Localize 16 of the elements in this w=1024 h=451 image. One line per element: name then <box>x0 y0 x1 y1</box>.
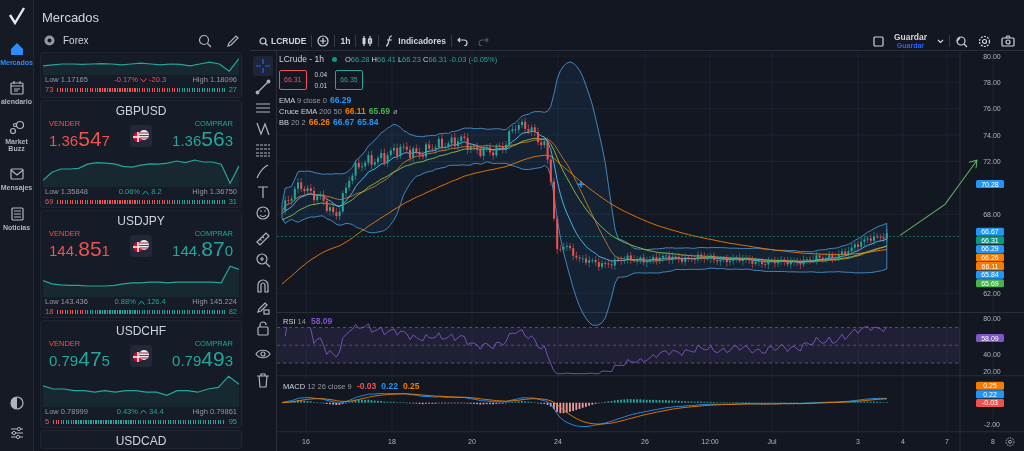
buy-price: 0.79493 <box>172 348 233 371</box>
indicators-button[interactable]: Indicadores <box>379 34 452 48</box>
pair-name: USDCAD <box>114 432 168 448</box>
interval-button[interactable]: 1h <box>335 34 356 48</box>
chart-title: LCrude - 1h <box>279 54 324 66</box>
pair-name: USDJPY <box>116 213 166 230</box>
sell-price: 0.79475 <box>49 348 110 371</box>
buy-price: 1.36563 <box>172 129 233 152</box>
page-title: Mercados <box>41 9 101 27</box>
symbol-search[interactable]: LCRUDE <box>254 34 312 48</box>
sell-price: 144.851 <box>49 239 110 262</box>
pair-name: USDCHF <box>115 322 167 339</box>
buy-price: 144.870 <box>172 239 233 262</box>
panel-title: Forex <box>63 34 89 49</box>
pair-name: GBPUSD <box>114 103 168 120</box>
sell-price: 1.36547 <box>49 129 110 152</box>
